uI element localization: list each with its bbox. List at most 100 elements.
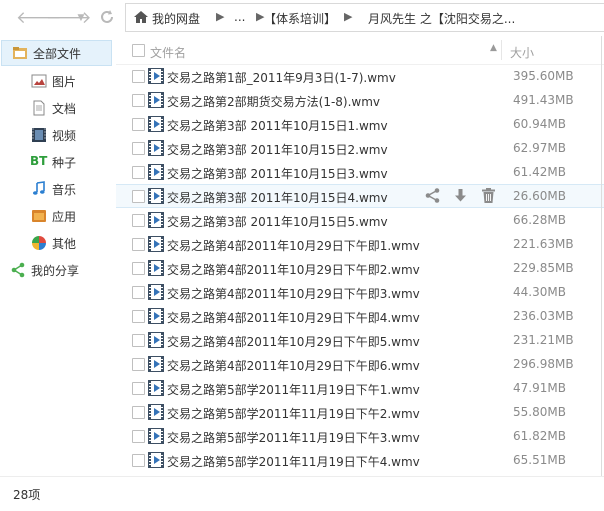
file-name[interactable]: 交易之路第5部学2011年11月19日下午1.wmv (167, 381, 420, 398)
file-size: 296.98MB (513, 357, 574, 371)
sidebar-item-music[interactable]: 音乐 (0, 176, 113, 202)
breadcrumb-item-training[interactable]: 【体系培训】 (264, 10, 336, 27)
document-icon (33, 100, 45, 116)
file-size: 236.03MB (513, 309, 574, 323)
file-size: 61.42MB (513, 165, 566, 179)
row-checkbox[interactable] (132, 238, 145, 251)
share-action-icon[interactable] (424, 187, 441, 204)
file-row[interactable]: 交易之路第4部2011年10月29日下午即1.wmv 221.63MB (116, 232, 604, 256)
file-row[interactable]: 交易之路第3部 2011年10月15日3.wmv 61.42MB (116, 160, 604, 184)
image-icon (31, 74, 47, 88)
file-row[interactable]: 交易之路第5部学2011年11月19日下午3.wmv 61.82MB (116, 424, 604, 448)
file-name[interactable]: 交易之路第3部 2011年10月15日4.wmv (167, 189, 388, 206)
file-name[interactable]: 交易之路第5部学2011年11月19日下午3.wmv (167, 429, 420, 446)
row-checkbox[interactable] (132, 118, 145, 131)
file-name[interactable]: 交易之路第4部2011年10月29日下午即2.wmv (167, 261, 420, 278)
sort-ascending-icon[interactable]: ▲ (490, 43, 497, 53)
file-name[interactable]: 交易之路第3部 2011年10月15日3.wmv (167, 165, 388, 182)
home-icon[interactable] (134, 11, 148, 23)
breadcrumb-item-current[interactable]: 月风先生 之【沈阳交易之... (368, 10, 515, 27)
file-size: 62.97MB (513, 141, 566, 155)
file-row[interactable]: 交易之路第2部期货交易方法(1-8).wmv 491.43MB (116, 88, 604, 112)
file-name[interactable]: 交易之路第4部2011年10月29日下午即5.wmv (167, 333, 420, 350)
file-row[interactable]: 交易之路第3部 2011年10月15日2.wmv 62.97MB (116, 136, 604, 160)
file-row[interactable]: 交易之路第4部2011年10月29日下午即2.wmv 229.85MB (116, 256, 604, 280)
video-file-icon (148, 212, 164, 228)
file-size: 44.30MB (513, 285, 566, 299)
file-row-hovered[interactable]: 交易之路第3部 2011年10月15日4.wmv 26.60MB (116, 184, 604, 208)
sidebar-item-torrents[interactable]: BT 种子 (0, 149, 113, 175)
row-checkbox[interactable] (132, 70, 145, 83)
file-name[interactable]: 交易之路第5部学2011年11月19日下午4.wmv (167, 453, 420, 470)
row-checkbox[interactable] (132, 358, 145, 371)
row-checkbox[interactable] (132, 214, 145, 227)
scrollbar-track[interactable] (601, 36, 602, 476)
file-name[interactable]: 交易之路第3部 2011年10月15日2.wmv (167, 141, 388, 158)
select-all-checkbox[interactable] (132, 44, 145, 57)
video-file-icon (148, 308, 164, 324)
row-checkbox[interactable] (132, 382, 145, 395)
file-row[interactable]: 交易之路第4部2011年10月29日下午即5.wmv 231.21MB (116, 328, 604, 352)
refresh-icon[interactable] (97, 8, 117, 28)
file-name[interactable]: 交易之路第2部期货交易方法(1-8).wmv (167, 93, 380, 110)
row-checkbox[interactable] (132, 142, 145, 155)
breadcrumb-separator-icon: ▶ (344, 10, 353, 23)
row-checkbox[interactable] (132, 430, 145, 443)
share-icon (11, 262, 25, 278)
history-dropdown-icon[interactable]: ▼ (71, 8, 91, 28)
row-checkbox[interactable] (132, 190, 145, 203)
video-file-icon (148, 452, 164, 468)
sidebar-item-videos[interactable]: 视频 (0, 122, 113, 148)
sidebar-item-other[interactable]: 其他 (0, 230, 113, 256)
column-header-name[interactable]: 文件名 (150, 44, 186, 61)
video-file-icon (148, 404, 164, 420)
sidebar-item-label: 图片 (52, 75, 77, 89)
forward-arrow-icon[interactable]: 🡒 (46, 8, 92, 28)
breadcrumb-ellipsis[interactable]: ... (234, 10, 245, 24)
file-row[interactable]: 交易之路第4部2011年10月29日下午即3.wmv 44.30MB (116, 280, 604, 304)
sidebar-item-all-files[interactable]: 全部文件 (1, 40, 112, 66)
file-row[interactable]: 交易之路第5部学2011年11月19日下午4.wmv 65.51MB (116, 448, 604, 472)
file-row[interactable]: 交易之路第1部_2011年9月3日(1-7).wmv 395.60MB (116, 64, 604, 88)
navigation-bar: 🡐 🡒 ▼ 我的网盘 ▶ ... ▶ 【体系培训】 ▶ 月风先生 之【沈阳交易之… (0, 0, 604, 36)
breadcrumb-separator-icon: ▶ (216, 10, 225, 23)
file-row[interactable]: 交易之路第3部 2011年10月15日5.wmv 66.28MB (116, 208, 604, 232)
file-row[interactable]: 交易之路第5部学2011年11月19日下午1.wmv 47.91MB (116, 376, 604, 400)
file-name[interactable]: 交易之路第4部2011年10月29日下午即1.wmv (167, 237, 420, 254)
bt-icon: BT (30, 154, 48, 168)
file-name[interactable]: 交易之路第3部 2011年10月15日1.wmv (167, 117, 388, 134)
row-checkbox[interactable] (132, 310, 145, 323)
music-icon (33, 181, 45, 195)
back-arrow-icon[interactable]: 🡐 (16, 8, 62, 28)
app-icon (32, 210, 46, 222)
row-checkbox[interactable] (132, 94, 145, 107)
sidebar-item-my-share[interactable]: 我的分享 (0, 257, 113, 283)
file-row[interactable]: 交易之路第5部学2011年11月19日下午2.wmv 55.80MB (116, 400, 604, 424)
column-divider[interactable] (501, 40, 502, 60)
row-checkbox[interactable] (132, 454, 145, 467)
file-row[interactable]: 交易之路第4部2011年10月29日下午即6.wmv 296.98MB (116, 352, 604, 376)
column-header-size[interactable]: 大小 (510, 44, 534, 61)
row-checkbox[interactable] (132, 286, 145, 299)
video-file-icon (148, 284, 164, 300)
file-name[interactable]: 交易之路第4部2011年10月29日下午即3.wmv (167, 285, 420, 302)
delete-action-icon[interactable] (480, 187, 497, 204)
breadcrumb: 我的网盘 ▶ ... ▶ 【体系培训】 ▶ 月风先生 之【沈阳交易之... (125, 3, 604, 32)
breadcrumb-home[interactable]: 我的网盘 (152, 10, 200, 27)
sidebar-item-images[interactable]: 图片 (0, 68, 113, 94)
file-name[interactable]: 交易之路第4部2011年10月29日下午即4.wmv (167, 309, 420, 326)
row-checkbox[interactable] (132, 262, 145, 275)
row-checkbox[interactable] (132, 166, 145, 179)
download-action-icon[interactable] (452, 187, 469, 204)
file-name[interactable]: 交易之路第3部 2011年10月15日5.wmv (167, 213, 388, 230)
video-file-icon (148, 140, 164, 156)
file-row[interactable]: 交易之路第4部2011年10月29日下午即4.wmv 236.03MB (116, 304, 604, 328)
row-checkbox[interactable] (132, 334, 145, 347)
file-name[interactable]: 交易之路第1部_2011年9月3日(1-7).wmv (167, 69, 396, 86)
row-checkbox[interactable] (132, 406, 145, 419)
file-row[interactable]: 交易之路第3部 2011年10月15日1.wmv 60.94MB (116, 112, 604, 136)
sidebar-item-documents[interactable]: 文档 (0, 95, 113, 121)
sidebar-item-apps[interactable]: 应用 (0, 203, 113, 229)
file-name[interactable]: 交易之路第4部2011年10月29日下午即6.wmv (167, 357, 420, 374)
file-name[interactable]: 交易之路第5部学2011年11月19日下午2.wmv (167, 405, 420, 422)
